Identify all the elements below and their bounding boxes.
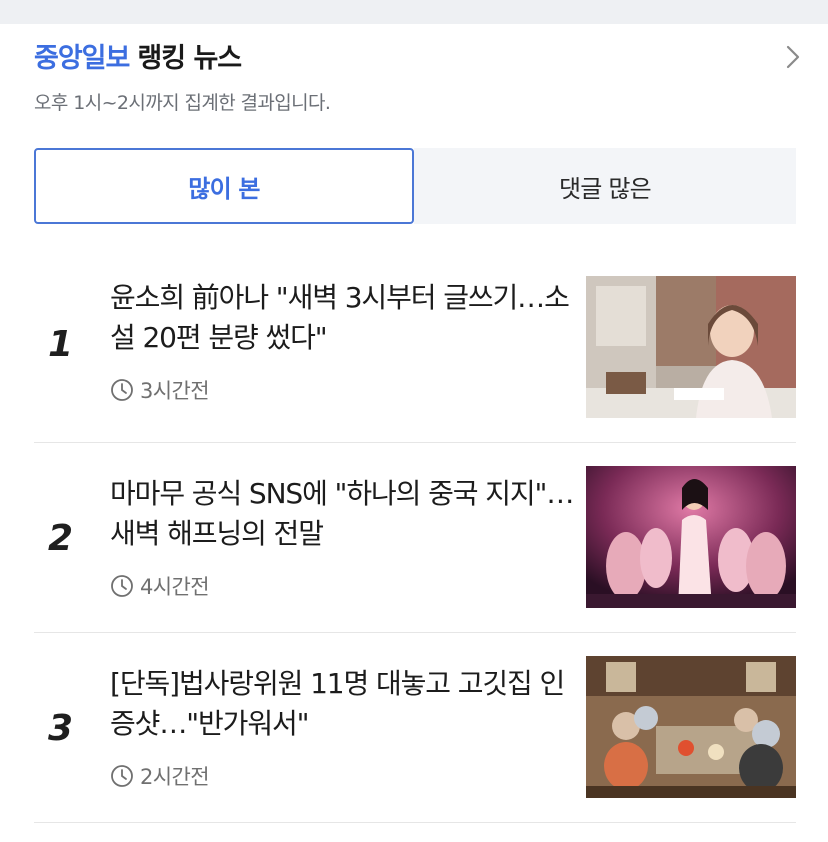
tab-most-commented[interactable]: 댓글 많은 bbox=[414, 148, 796, 224]
rank-number: 2 bbox=[48, 518, 74, 559]
news-headline[interactable]: 마마무 공식 SNS에 "하나의 중국 지지"…새벽 해프닝의 전말 bbox=[110, 474, 580, 554]
press-name: 중앙일보 bbox=[34, 43, 130, 74]
news-item[interactable]: 1 윤소희 前아나 "새벽 3시부터 글쓰기…소설 20편 분량 썼다" 3시간… bbox=[34, 272, 796, 462]
ranking-news-card: 중앙일보 랭킹 뉴스 오후 1시~2시까지 집계한 결과입니다. 많이 본 댓글 … bbox=[0, 0, 828, 828]
clock-icon bbox=[111, 575, 133, 597]
chevron-right-icon[interactable] bbox=[780, 42, 804, 72]
section-title: 중앙일보 랭킹 뉴스 bbox=[34, 36, 242, 75]
section-title-text: 랭킹 뉴스 bbox=[137, 43, 242, 74]
news-time-text: 4시간전 bbox=[140, 575, 210, 599]
ranking-subtitle: 오후 1시~2시까지 집계한 결과입니다. bbox=[34, 92, 331, 114]
news-thumbnail[interactable] bbox=[586, 656, 796, 798]
news-time-text: 3시간전 bbox=[140, 379, 210, 403]
news-thumbnail[interactable] bbox=[586, 276, 796, 418]
clock-icon bbox=[111, 765, 133, 787]
news-time-text: 2시간전 bbox=[140, 765, 210, 789]
news-item[interactable]: 3 [단독]법사랑위원 11명 대놓고 고깃집 인증샷…"반가워서" 2시간전 bbox=[34, 652, 796, 842]
news-item[interactable]: 2 마마무 공식 SNS에 "하나의 중국 지지"…새벽 해프닝의 전말 4시간… bbox=[34, 462, 796, 652]
news-time: 4시간전 bbox=[110, 572, 210, 600]
news-time: 2시간전 bbox=[110, 762, 210, 790]
item-divider bbox=[34, 442, 796, 443]
news-thumbnail[interactable] bbox=[586, 466, 796, 608]
ranking-tabs: 많이 본 댓글 많은 bbox=[34, 148, 796, 224]
news-headline[interactable]: [단독]법사랑위원 11명 대놓고 고깃집 인증샷…"반가워서" bbox=[110, 664, 580, 744]
tab-most-viewed[interactable]: 많이 본 bbox=[34, 148, 414, 224]
item-divider bbox=[34, 632, 796, 633]
rank-number: 3 bbox=[48, 708, 74, 749]
item-divider bbox=[34, 822, 796, 823]
clock-icon bbox=[111, 379, 133, 401]
rank-number: 1 bbox=[48, 324, 74, 365]
ranking-header[interactable]: 중앙일보 랭킹 뉴스 bbox=[34, 36, 804, 80]
news-time: 3시간전 bbox=[110, 376, 210, 404]
news-headline[interactable]: 윤소희 前아나 "새벽 3시부터 글쓰기…소설 20편 분량 썼다" bbox=[110, 278, 580, 358]
